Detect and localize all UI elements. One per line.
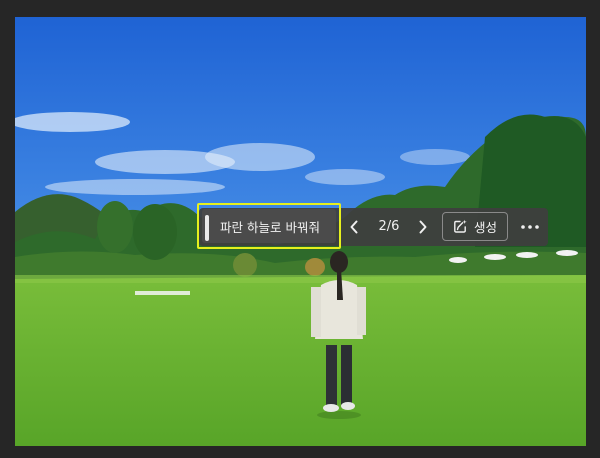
previous-image-button[interactable] xyxy=(343,208,365,246)
image-counter: 2/6 xyxy=(378,219,400,234)
text-cursor xyxy=(205,215,209,241)
sparkle-edit-icon xyxy=(454,219,467,233)
generate-button[interactable]: 생성 xyxy=(442,212,508,241)
next-image-button[interactable] xyxy=(412,208,434,246)
prompt-text: 파란 하늘로 바꿔줘 xyxy=(220,220,320,235)
chevron-left-icon xyxy=(350,220,358,234)
more-options-button[interactable] xyxy=(517,208,543,246)
chevron-right-icon xyxy=(419,220,427,234)
prompt-input[interactable]: 파란 하늘로 바꿔줘 xyxy=(202,209,336,243)
prompt-input-highlight[interactable]: 파란 하늘로 바꿔줘 xyxy=(197,203,341,249)
more-horizontal-icon xyxy=(521,225,539,229)
generate-label: 생성 xyxy=(473,220,497,235)
